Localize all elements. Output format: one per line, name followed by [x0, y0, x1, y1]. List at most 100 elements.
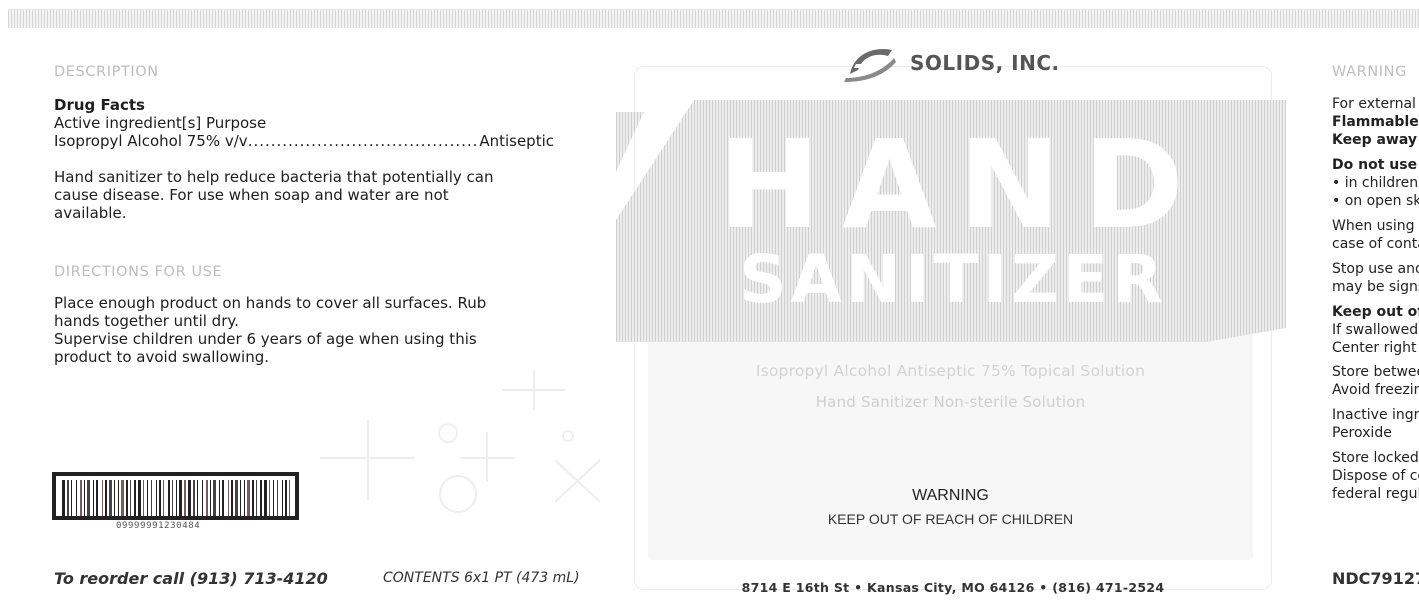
warnings-line-1: For external use only. — [1332, 96, 1419, 112]
warnings-line-6: • on open skin wounds — [1332, 193, 1419, 209]
warnings-line-4: Do not use — [1332, 157, 1418, 173]
warnings-line-15: Avoid freezing and excessive heat above … — [1332, 382, 1419, 398]
barcode-bar — [282, 480, 283, 516]
barcode-bar — [269, 480, 270, 516]
barcode-bar — [244, 480, 245, 516]
barcode-bar — [168, 480, 170, 516]
description-title: DESCRIPTION — [54, 64, 159, 80]
barcode-bar — [285, 480, 287, 516]
directions-line-3: Supervise children under 6 years of age … — [54, 330, 477, 348]
hero-title-block: HAND SANITIZER — [616, 100, 1286, 342]
barcode-bar — [210, 480, 211, 516]
hero-word-sanitizer: SANITIZER — [739, 241, 1167, 318]
barcode-bar — [197, 480, 198, 516]
barcode-bar — [138, 480, 141, 516]
barcode-bar — [277, 480, 278, 516]
barcode-bar — [121, 480, 124, 516]
barcode-bar — [256, 480, 257, 516]
swoosh-logo-icon — [844, 49, 896, 82]
barcode-bar — [80, 480, 82, 516]
barcode-bar — [151, 480, 152, 516]
barcode-bars — [62, 480, 290, 516]
warnings-line-16: Inactive ingredients glycerin, purified … — [1332, 407, 1419, 423]
barcode-bar — [109, 480, 112, 516]
barcode-bar — [147, 480, 148, 516]
warnings-title: WARNING — [1332, 64, 1407, 80]
barcode-bar — [159, 480, 161, 516]
barcode-bar — [240, 480, 241, 516]
warnings-line-19: Dispose of contents in accordance with l… — [1332, 468, 1419, 484]
barcode-bar — [93, 480, 94, 516]
ingredient-row: Isopropyl Alcohol 75% v/v ..............… — [54, 132, 554, 150]
directions-line-1: Place enough product on hands to cover a… — [54, 294, 487, 312]
barcode-bar — [202, 480, 203, 516]
warnings-line-8: case of contact with eyes, flush thoroug… — [1332, 236, 1419, 252]
barcode-bar — [172, 480, 173, 516]
warnings-line-18: Store locked up. — [1332, 450, 1419, 466]
warnings-line-7: When using this product keep out of eyes… — [1332, 218, 1419, 234]
warnings-line-2: Flammable. Keep away from fire or flame. — [1332, 114, 1419, 130]
warnings-line-12: If swallowed, get medical help or contac… — [1332, 322, 1419, 338]
product-subtitle-1: Isopropyl Alcohol Antiseptic 75% Topical… — [755, 362, 1146, 380]
barcode-number: 09999991230484 — [116, 521, 201, 531]
barcode-bar — [114, 480, 115, 516]
directions-line-4: product to avoid swallowing. — [54, 348, 270, 366]
barcode-bar — [87, 480, 90, 516]
barcode-bar — [126, 480, 128, 516]
warnings-line-17: Peroxide — [1332, 425, 1392, 441]
drug-facts-heading: Drug Facts — [54, 96, 145, 114]
barcode-bar — [84, 480, 85, 516]
directions-title: DIRECTIONS FOR USE — [54, 264, 223, 280]
barcode-bar — [228, 480, 229, 516]
active-ingredient-header: Active ingredient[s] Purpose — [54, 114, 267, 132]
warnings-line-9: Stop use and ask a doctor if irritation … — [1332, 261, 1419, 277]
barcode-bar — [184, 480, 186, 516]
barcode-bar — [188, 480, 191, 516]
warnings-line-10: may be signs of a serious condition. — [1332, 279, 1419, 295]
barcode-bar — [179, 480, 182, 516]
barcode-bar — [130, 480, 131, 516]
barcode-bar — [67, 480, 69, 516]
decorative-shapes — [320, 370, 601, 513]
barcode-bar — [193, 480, 195, 516]
center-warning-subtitle: KEEP OUT OF REACH OF CHILDREN — [827, 511, 1074, 527]
barcode-bar — [222, 480, 224, 516]
directions-line-2: hands together until dry. — [54, 312, 239, 330]
barcode-bar — [102, 480, 103, 516]
barcode-bar — [247, 480, 250, 516]
brand-name: SOLIDS, INC. — [910, 51, 1060, 75]
barcode-bar — [118, 480, 119, 516]
brand-logo: SOLIDS, INC. — [840, 44, 1060, 82]
barcode-bar — [105, 480, 107, 516]
barcode-bar — [289, 480, 290, 516]
warnings-line-3: Keep away from heat. — [1332, 132, 1419, 148]
warnings-line-14: Store between 15-30C (59-86F) — [1332, 364, 1419, 380]
barcode-bar — [231, 480, 233, 516]
barcode-bar — [76, 480, 77, 516]
ndc-code: NDC79127 — [1332, 569, 1419, 588]
barcode-bar — [71, 480, 72, 516]
center-warning-title: WARNING — [912, 487, 989, 504]
barcode-bar — [176, 480, 177, 516]
ingredient-name: Isopropyl Alcohol 75% v/v — [54, 132, 248, 150]
barcode-bar — [143, 480, 144, 516]
barcode-bar — [264, 480, 267, 516]
barcode-bar — [252, 480, 254, 516]
contents-size: CONTENTS 6x1 PT (473 mL) — [383, 570, 580, 586]
description-line-1: Hand sanitizer to help reduce bacteria t… — [54, 168, 494, 186]
barcode-bar — [219, 480, 220, 516]
product-subtitle-2: Hand Sanitizer Non-sterile Solution — [815, 393, 1086, 411]
warnings-line-13: Center right away. — [1332, 340, 1419, 356]
warnings-line-11: Keep out of reach of children. — [1332, 304, 1419, 320]
dot-leader: ........................................… — [247, 132, 480, 150]
company-address: 8714 E 16th St • Kansas City, MO 64126 •… — [741, 580, 1165, 595]
warnings-line-20: federal regulations. — [1332, 486, 1419, 502]
ingredient-purpose: Antiseptic — [479, 132, 554, 150]
barcode-bar — [163, 480, 164, 516]
barcode-bar — [62, 480, 65, 516]
reorder-phone: To reorder call (913) 713-4120 — [54, 569, 328, 588]
barcode-bar — [235, 480, 238, 516]
warnings-line-5: • in children less than 2 months of age — [1332, 175, 1419, 191]
barcode-bar — [156, 480, 157, 516]
barcode-bar — [260, 480, 262, 516]
